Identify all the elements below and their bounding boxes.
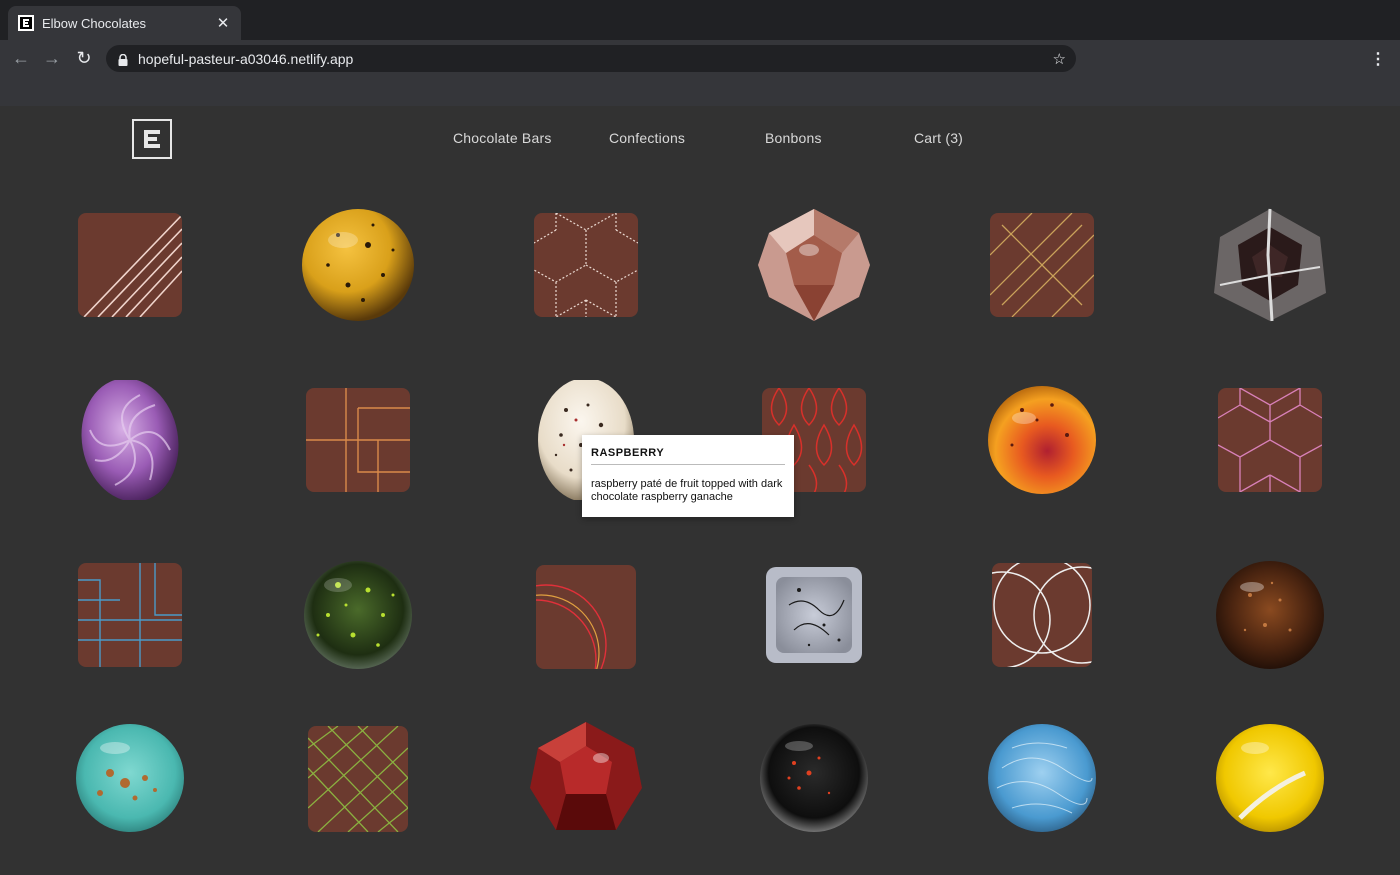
bonbon-white-splatter[interactable] <box>754 555 874 675</box>
address-bar[interactable]: hopeful-pasteur-a03046.netlify.app ☆ <box>106 45 1076 72</box>
bonbon-faceted-red[interactable] <box>526 718 646 838</box>
tab-title: Elbow Chocolates <box>42 15 147 31</box>
bar-orange-rectangles[interactable] <box>298 380 418 500</box>
browser-tabstrip: Elbow Chocolates ✕ <box>0 0 1400 40</box>
bar-pink-hex[interactable] <box>1210 380 1330 500</box>
nav-bonbons[interactable]: Bonbons <box>765 130 822 146</box>
bonbon-black-red-speckled[interactable] <box>754 718 874 838</box>
bonbon-yellow-stripe[interactable] <box>1210 718 1330 838</box>
bonbon-orange-gradient[interactable] <box>982 380 1102 500</box>
tooltip-title: RASPBERRY <box>591 447 785 465</box>
bonbon-faceted-dark[interactable] <box>1210 205 1330 325</box>
nav-cart[interactable]: Cart (3) <box>914 130 963 146</box>
toolbar-bottom <box>0 76 1400 106</box>
logo[interactable] <box>132 119 172 159</box>
favicon-icon <box>18 15 34 31</box>
bar-red-circles[interactable] <box>526 555 646 675</box>
star-icon[interactable]: ☆ <box>1053 50 1066 68</box>
bar-diagonal-stripes[interactable] <box>70 205 190 325</box>
tooltip-description: raspberry paté de fruit topped with dark… <box>591 478 783 503</box>
bonbon-green-speckled[interactable] <box>298 555 418 675</box>
logo-icon <box>144 130 160 148</box>
forward-icon[interactable]: → <box>42 48 62 68</box>
bonbon-blue-swirl[interactable] <box>982 718 1102 838</box>
menu-icon[interactable]: ⋮ <box>1370 49 1386 69</box>
bar-green-crosshatch[interactable] <box>298 718 418 838</box>
browser-tab[interactable]: Elbow Chocolates ✕ <box>8 6 241 40</box>
lock-icon <box>118 53 128 66</box>
bonbon-golden-speckled[interactable] <box>298 205 418 325</box>
product-tooltip: RASPBERRY raspberry paté de fruit topped… <box>582 435 794 517</box>
nav-chocolate-bars[interactable]: Chocolate Bars <box>453 130 552 146</box>
bonbon-brown-sparkle[interactable] <box>1210 555 1330 675</box>
bar-white-circles[interactable] <box>982 555 1102 675</box>
bar-blue-grid[interactable] <box>70 555 190 675</box>
close-icon[interactable]: ✕ <box>215 14 231 32</box>
bonbon-purple-swirl[interactable] <box>70 380 190 500</box>
bar-hex-pattern[interactable] <box>526 205 646 325</box>
bar-gold-lines[interactable] <box>982 205 1102 325</box>
nav-confections[interactable]: Confections <box>609 130 685 146</box>
page-content: Chocolate Bars Confections Bonbons Cart … <box>0 106 1400 875</box>
url-text: hopeful-pasteur-a03046.netlify.app <box>138 50 354 67</box>
bonbon-faceted-pink[interactable] <box>754 205 874 325</box>
back-icon[interactable]: ← <box>11 48 31 68</box>
bonbon-turquoise-gold[interactable] <box>70 718 190 838</box>
reload-icon[interactable]: ↻ <box>74 48 94 68</box>
